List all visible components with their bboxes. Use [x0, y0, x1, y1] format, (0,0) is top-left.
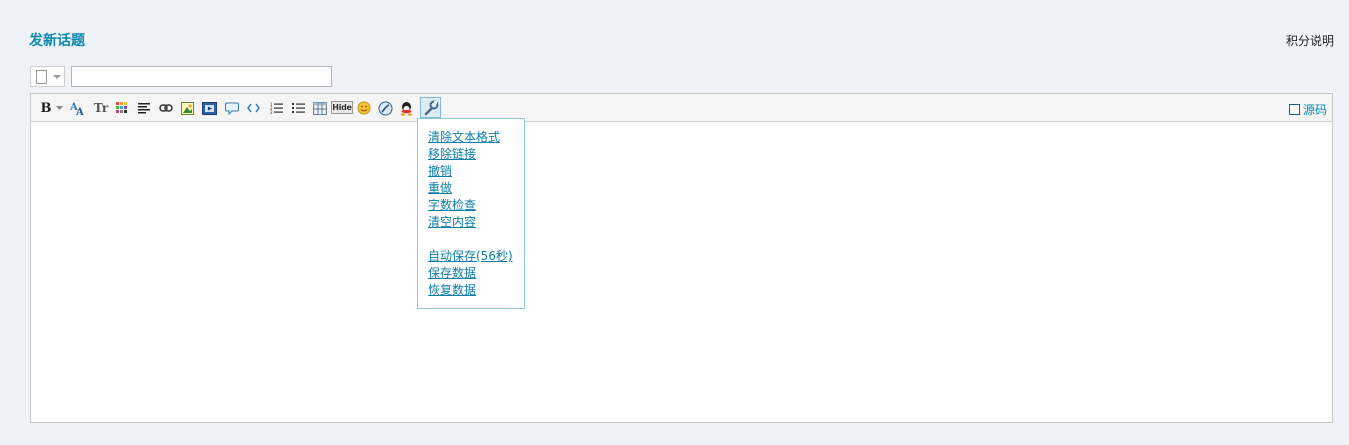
image-icon[interactable] — [180, 99, 194, 117]
code-icon[interactable] — [246, 99, 261, 117]
chevron-down-icon — [53, 75, 61, 79]
source-label: 源码 — [1302, 103, 1327, 117]
editor-toolbar: B AA Tr 1 2 3 Hide 源码 — [31, 94, 1332, 122]
table-icon[interactable] — [312, 99, 327, 117]
menu-item-remove-link[interactable]: 移除链接 — [418, 146, 524, 163]
editor: B AA Tr 1 2 3 Hide 源码 — [30, 93, 1333, 423]
color-palette-icon[interactable] — [115, 99, 129, 117]
post-type-select[interactable] — [30, 66, 65, 87]
menu-item-clear-content[interactable]: 清空内容 — [418, 214, 524, 231]
chevron-down-icon[interactable] — [56, 99, 63, 117]
smiley-icon[interactable] — [356, 99, 371, 117]
media-icon[interactable] — [201, 99, 217, 117]
svg-text:3: 3 — [270, 110, 273, 114]
unordered-list-icon[interactable] — [291, 99, 305, 117]
link-icon[interactable] — [158, 99, 174, 117]
menu-separator — [418, 231, 524, 248]
document-icon — [36, 70, 47, 84]
source-mode-toggle[interactable]: 源码 — [1288, 101, 1327, 118]
ordered-list-icon[interactable]: 123 — [269, 99, 283, 117]
quote-icon[interactable] — [224, 99, 239, 117]
subject-input[interactable] — [71, 66, 332, 87]
menu-item-save-data[interactable]: 保存数据 — [418, 265, 524, 282]
points-info-link[interactable]: 积分说明 — [1286, 32, 1334, 49]
wrench-icon — [424, 100, 438, 115]
font-size-button[interactable]: Tr — [92, 99, 110, 117]
menu-item-redo[interactable]: 重做 — [418, 180, 524, 197]
menu-item-word-count[interactable]: 字数检查 — [418, 197, 524, 214]
menu-item-undo[interactable]: 撤销 — [418, 163, 524, 180]
tools-menu: 清除文本格式 移除链接 撤销 重做 字数检查 清空内容 自动保存(56秒) 保存… — [417, 118, 525, 309]
font-family-icon[interactable]: AA — [70, 99, 86, 117]
tools-button[interactable] — [420, 97, 441, 118]
menu-item-clear-format[interactable]: 清除文本格式 — [418, 129, 524, 146]
qq-icon[interactable] — [399, 99, 414, 117]
hide-button[interactable]: Hide — [331, 101, 353, 114]
align-left-icon[interactable] — [137, 99, 151, 117]
menu-item-autosave[interactable]: 自动保存(56秒) — [418, 248, 524, 265]
bold-button[interactable]: B — [40, 99, 52, 117]
source-checkbox[interactable] — [1288, 104, 1300, 115]
flash-icon[interactable] — [377, 99, 393, 117]
svg-text:A: A — [75, 107, 84, 116]
page-title: 发新话题 — [29, 33, 85, 49]
menu-item-restore-data[interactable]: 恢复数据 — [418, 282, 524, 299]
